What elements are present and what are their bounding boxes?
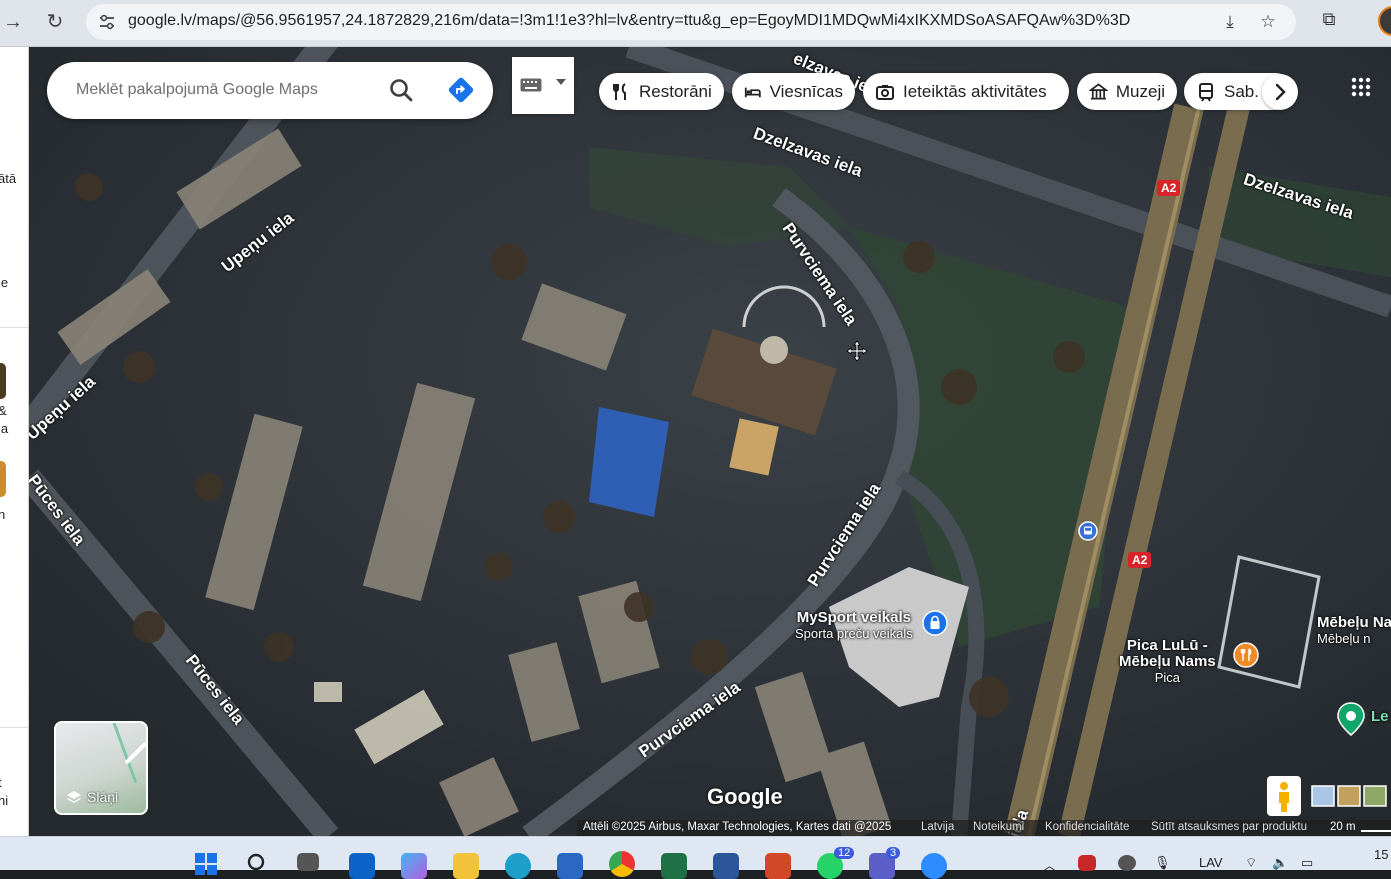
edge-icon[interactable] (505, 853, 531, 879)
poi-name: Mēbeļu Na (1317, 614, 1391, 631)
layers-icon (67, 791, 81, 803)
chevron-down-icon[interactable] (556, 79, 566, 85)
bookmark-star-icon[interactable]: ☆ (1258, 12, 1278, 32)
language-indicator[interactable]: LAV (1199, 855, 1223, 870)
profile-avatar[interactable] (1378, 6, 1391, 36)
poi-name: Pica LuLū - (1126, 637, 1208, 654)
reload-icon[interactable]: ↻ (40, 7, 70, 37)
road-badge: A2 (1128, 552, 1152, 568)
pegman-icon (1279, 782, 1289, 812)
attribution-text: Attēli ©2025 Airbus, Maxar Technologies,… (583, 821, 892, 833)
site-settings-icon[interactable] (98, 13, 116, 31)
feedback-link[interactable]: Sūtīt atsauksmes par produktu (1151, 821, 1307, 833)
file-explorer-icon[interactable] (453, 853, 479, 879)
search-icon[interactable] (387, 76, 415, 104)
task-view-icon[interactable] (297, 853, 319, 871)
panel-text-fragment: & (0, 403, 7, 418)
scale-label[interactable]: 20 m (1330, 821, 1356, 833)
place-pin-icon[interactable] (1336, 702, 1366, 736)
notification-badge: 12 (834, 847, 855, 859)
poi-name: Le (1371, 708, 1389, 725)
search-box[interactable]: Meklēt pakalpojumā Google Maps (47, 62, 493, 119)
country-link[interactable]: Latvija (921, 821, 954, 833)
layers-label: Slāņi (87, 789, 119, 805)
install-app-icon[interactable]: ⤓ (1220, 12, 1240, 32)
panel-text-fragment: n (0, 507, 5, 522)
chip-label: Restorāni (639, 81, 712, 101)
chevron-right-icon (1275, 83, 1286, 101)
clock[interactable]: 15 (1374, 847, 1388, 862)
map-footer: Attēli ©2025 Airbus, Maxar Technologies,… (577, 820, 1391, 836)
directions-icon[interactable] (447, 76, 475, 104)
restaurant-pin-icon[interactable] (1233, 642, 1259, 668)
poi-category: Mēbeļu n (1317, 631, 1371, 646)
shopping-bag-icon[interactable] (922, 610, 948, 636)
excel-icon[interactable] (661, 853, 687, 879)
transit-icon (1199, 82, 1213, 102)
poi-name: MySport veikals (796, 609, 911, 626)
url-text[interactable]: google.lv/maps/@56.9561957,24.1872829,21… (128, 12, 1130, 30)
search-input[interactable]: Meklēt pakalpojumā Google Maps (76, 81, 318, 99)
windows-start-icon[interactable] (193, 851, 219, 877)
browser-toolbar: → ↻ google.lv/maps/@56.9561957,24.187282… (0, 0, 1391, 47)
powerpoint-icon[interactable] (765, 853, 791, 879)
chip-label: Muzeji (1115, 81, 1165, 101)
bus-stop-icon[interactable] (1078, 521, 1098, 541)
os-taskbar: 12 3 ︿ 🎙 LAV ⌔ 🔈 ▭ 15 (0, 836, 1391, 879)
chip-restaurants[interactable]: Restorāni (599, 73, 724, 110)
panel-text-fragment: ni (0, 793, 9, 808)
street-view-pegman[interactable] (1267, 776, 1301, 816)
chip-label: Viesnīcas (769, 81, 843, 101)
place-thumbnail[interactable] (0, 461, 6, 497)
address-bar[interactable]: google.lv/maps/@56.9561957,24.1872829,21… (86, 4, 1296, 40)
road-badge: A2 (1157, 180, 1181, 196)
divider (0, 727, 28, 728)
poi-category: Sporta preču veikals (795, 626, 913, 641)
layers-button[interactable]: Slāņi (54, 721, 148, 815)
poi-label-mebelu[interactable]: Mēbeļu Na Mēbeļu n (1317, 615, 1391, 647)
word-icon[interactable] (713, 853, 739, 879)
bed-icon (744, 87, 761, 97)
move-cursor-icon (846, 340, 868, 362)
extensions-icon[interactable]: ⧉ (1318, 8, 1340, 30)
map-type-tiles[interactable] (1310, 784, 1391, 808)
poi-name: Mēbeļu Nams (1119, 653, 1216, 670)
camera-icon (876, 84, 894, 100)
store-icon[interactable] (557, 853, 583, 879)
forward-icon[interactable]: → (0, 7, 28, 37)
google-logo: Google (707, 784, 783, 809)
keyboard-icon (520, 78, 542, 92)
scale-bar (1361, 830, 1391, 832)
chrome-icon[interactable] (609, 851, 635, 877)
panel-text-fragment: ie (0, 275, 9, 290)
place-thumbnail[interactable] (0, 363, 6, 399)
side-panel-edge: ātā ie & la n t ni (0, 47, 29, 836)
chip-label: Ieteiktās aktivitātes (903, 81, 1047, 101)
search-icon[interactable] (245, 851, 271, 877)
chips-scroll-next-button[interactable] (1262, 74, 1298, 110)
museum-icon (1089, 82, 1108, 99)
panel-text-fragment: la (0, 421, 9, 436)
privacy-link[interactable]: Konfidencialitāte (1045, 821, 1129, 833)
layers-preview-map (112, 723, 146, 783)
chip-activities[interactable]: Ieteiktās aktivitātes (863, 73, 1069, 110)
satellite-map[interactable]: elzavas iela Dzelzavas iela Dzelzavas ie… (29, 47, 1391, 836)
chip-hotels[interactable]: Viesnīcas (732, 73, 855, 110)
notification-badge: 3 (886, 847, 901, 859)
copilot-icon[interactable] (401, 853, 427, 879)
poi-label-pica[interactable]: Pica LuLū - Mēbeļu Nams Pica (1119, 638, 1216, 686)
terms-link[interactable]: Noteikumi (973, 821, 1024, 833)
divider (0, 327, 28, 328)
google-apps-icon[interactable] (1350, 76, 1372, 98)
fork-knife-icon (613, 82, 626, 100)
zoom-icon[interactable] (921, 853, 947, 879)
chevron-up-icon[interactable]: ︿ (1043, 855, 1056, 874)
poi-category: Pica (1154, 670, 1180, 685)
outlook-icon[interactable] (349, 853, 375, 879)
poi-label-mysport[interactable]: MySport veikals Sporta preču veikals (795, 610, 913, 642)
chip-museums[interactable]: Muzeji (1077, 73, 1177, 110)
input-tools-button[interactable] (512, 57, 574, 114)
panel-text-fragment: ātā (0, 171, 17, 186)
panel-text-fragment: t (0, 775, 2, 790)
